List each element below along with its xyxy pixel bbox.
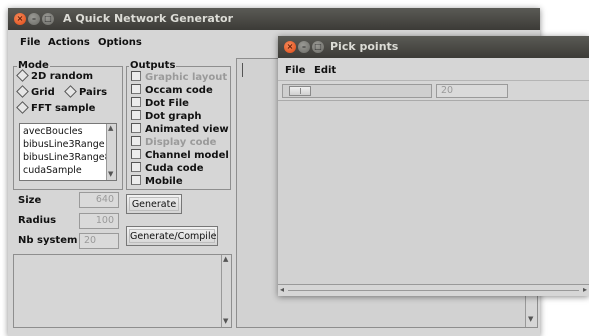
radius-field[interactable]: 100 (79, 213, 119, 229)
checkbox-icon (131, 162, 141, 172)
main-titlebar[interactable]: × – □ A Quick Network Generator (8, 8, 540, 30)
check-label: Occam code (145, 85, 213, 96)
check-display-code: Display code (131, 136, 217, 148)
menu-options[interactable]: Options (98, 37, 142, 48)
maximize-icon[interactable]: □ (312, 41, 324, 53)
checkbox-icon (131, 110, 141, 120)
hscroll-thumb-line (288, 290, 579, 291)
generate-button-label: Generate (129, 197, 179, 211)
minimize-icon[interactable]: – (298, 41, 310, 53)
radio-icon (64, 84, 77, 98)
points-value-field[interactable]: 20 (436, 84, 508, 98)
scroll-up-icon[interactable]: ▲ (223, 255, 228, 263)
check-channel-model[interactable]: Channel model (131, 149, 229, 161)
check-mobile[interactable]: Mobile (131, 175, 183, 187)
list-item[interactable]: bibusLine3Range8 (23, 152, 111, 163)
radio-icon (16, 100, 29, 114)
check-label: Dot File (145, 98, 189, 109)
check-dot-file[interactable]: Dot File (131, 97, 189, 109)
scroll-right-icon[interactable]: ▸ (583, 285, 587, 294)
scroll-left-icon[interactable]: ◂ (280, 285, 284, 294)
checkbox-icon (131, 149, 141, 159)
minimize-icon[interactable]: – (28, 13, 40, 25)
checkbox-icon (131, 123, 141, 133)
scroll-down-icon[interactable]: ▼ (223, 317, 228, 325)
pick-hscrollbar[interactable]: ◂ ▸ (278, 284, 589, 296)
size-field[interactable]: 640 (79, 192, 119, 208)
check-dot-graph[interactable]: Dot graph (131, 110, 202, 122)
slider-grip (300, 88, 301, 94)
checkbox-icon (131, 97, 141, 107)
checkbox-icon (131, 71, 141, 81)
check-graphic-layout: Graphic layout (131, 71, 228, 83)
scroll-down-icon[interactable]: ▼ (528, 315, 533, 323)
generate-button[interactable]: Generate (126, 194, 182, 214)
slider-handle[interactable] (289, 86, 311, 96)
radio-icon (16, 68, 29, 82)
radio-pairs[interactable]: Pairs (64, 84, 108, 98)
size-label: Size (18, 195, 42, 206)
window-title: A Quick Network Generator (63, 12, 234, 25)
check-label: Animated view (145, 124, 229, 135)
list-item[interactable]: cudaSample (23, 165, 82, 176)
radio-icon (16, 84, 29, 98)
output-scrollbar[interactable]: ▲ ▼ (221, 255, 231, 327)
checkbox-icon (131, 175, 141, 185)
nb-system-label: Nb system (18, 235, 78, 246)
menu-actions[interactable]: Actions (48, 37, 90, 48)
points-slider[interactable] (282, 84, 432, 98)
scroll-down-icon[interactable]: ▼ (108, 170, 113, 178)
radio-grid[interactable]: Grid (16, 84, 55, 98)
outputs-group-label: Outputs (129, 60, 177, 71)
scroll-up-icon[interactable]: ▲ (108, 124, 113, 132)
close-icon[interactable]: × (284, 41, 296, 53)
generate-compile-button[interactable]: Generate/Compile (126, 226, 218, 246)
list-scrollbar[interactable]: ▲ ▼ (106, 124, 116, 180)
check-label: Graphic layout (145, 72, 228, 83)
radio-2d-random[interactable]: 2D random (16, 68, 93, 82)
menu-file[interactable]: File (20, 37, 40, 48)
radius-label: Radius (18, 215, 57, 226)
menu-edit[interactable]: Edit (314, 65, 336, 76)
list-item[interactable]: bibusLine3Range (23, 139, 105, 150)
check-cuda-code[interactable]: Cuda code (131, 162, 204, 174)
pick-canvas[interactable] (278, 100, 589, 284)
pick-titlebar[interactable]: × – □ Pick points (278, 36, 589, 58)
check-label: Display code (145, 137, 217, 148)
check-animated-view[interactable]: Animated view (131, 123, 229, 135)
check-label: Mobile (145, 176, 183, 187)
radio-fft-sample[interactable]: FFT sample (16, 100, 96, 114)
output-text-area[interactable]: ▲ ▼ (13, 254, 232, 328)
checkbox-icon (131, 136, 141, 146)
check-occam-code[interactable]: Occam code (131, 84, 213, 96)
outputs-group: Graphic layout Occam code Dot File Dot g… (126, 66, 231, 190)
pick-window: × – □ Pick points File Edit 20 ◂ ▸ (278, 36, 589, 296)
nb-system-field[interactable]: 20 (79, 233, 119, 249)
pick-window-title: Pick points (330, 40, 399, 53)
check-label: Channel model (145, 150, 229, 161)
radio-label: 2D random (31, 71, 93, 82)
generate-compile-button-label: Generate/Compile (129, 229, 217, 243)
close-icon[interactable]: × (14, 13, 26, 25)
sample-list[interactable]: avecBoucles bibusLine3Range bibusLine3Ra… (19, 123, 117, 181)
radio-label: FFT sample (31, 103, 96, 114)
radio-label: Pairs (79, 87, 108, 98)
check-label: Dot graph (145, 111, 202, 122)
list-item[interactable]: avecBoucles (23, 126, 83, 137)
checkbox-icon (131, 84, 141, 94)
menu-file[interactable]: File (285, 65, 305, 76)
radio-label: Grid (31, 87, 55, 98)
canvas-caret (242, 63, 243, 77)
toolbar-separator (278, 80, 589, 81)
maximize-icon[interactable]: □ (42, 13, 54, 25)
check-label: Cuda code (145, 163, 204, 174)
